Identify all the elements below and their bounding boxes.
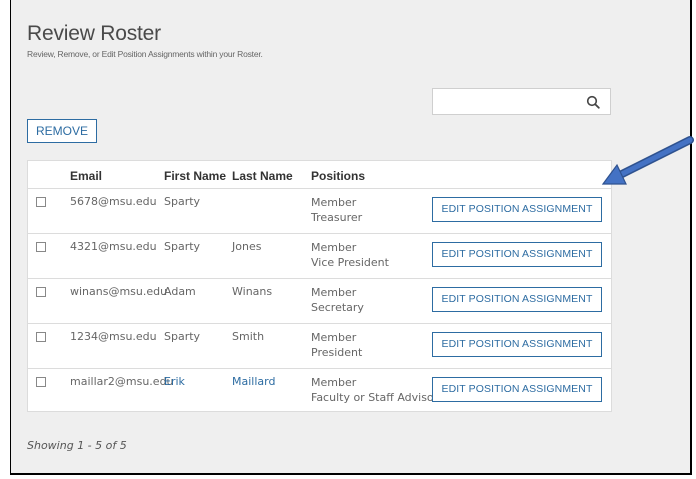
table-row: maillar2@msu.edu Erik Maillard Member Fa…	[28, 369, 611, 414]
row-positions: Member Treasurer	[311, 195, 362, 225]
remove-button[interactable]: REMOVE	[27, 119, 97, 143]
roster-table: Email First Name Last Name Positions 567…	[27, 160, 612, 412]
row-last-name-link[interactable]: Maillard	[232, 375, 275, 388]
row-email: maillar2@msu.edu	[70, 375, 174, 388]
table-row: 1234@msu.edu Sparty Smith Member Preside…	[28, 324, 611, 369]
row-last-name: Smith	[232, 330, 265, 343]
column-positions[interactable]: Positions	[311, 169, 365, 183]
search-input[interactable]	[432, 88, 611, 115]
position-secondary: Secretary	[311, 301, 364, 314]
row-email: 4321@msu.edu	[70, 240, 157, 253]
row-first-name: Adam	[164, 285, 196, 298]
row-positions: Member Vice President	[311, 240, 389, 270]
position-secondary: President	[311, 346, 363, 359]
position-primary: Member	[311, 376, 357, 389]
row-email: winans@msu.edu	[70, 285, 168, 298]
position-primary: Member	[311, 331, 357, 344]
row-first-name: Sparty	[164, 195, 201, 208]
row-positions: Member Secretary	[311, 285, 364, 315]
row-first-name: Sparty	[164, 240, 201, 253]
row-checkbox[interactable]	[36, 197, 46, 207]
row-checkbox[interactable]	[36, 287, 46, 297]
table-header: Email First Name Last Name Positions	[28, 161, 611, 189]
page-subtitle: Review, Remove, or Edit Position Assignm…	[27, 49, 263, 59]
row-positions: Member Faculty or Staff Advisor	[311, 375, 438, 405]
table-row: 5678@msu.edu Sparty Member Treasurer EDI…	[28, 189, 611, 234]
search-icon[interactable]	[586, 95, 600, 109]
row-checkbox[interactable]	[36, 377, 46, 387]
row-last-name: Winans	[232, 285, 273, 298]
position-secondary: Vice President	[311, 256, 389, 269]
pagination-status: Showing 1 - 5 of 5	[27, 439, 127, 452]
edit-position-assignment-button[interactable]: EDIT POSITION ASSIGNMENT	[432, 197, 602, 222]
edit-position-assignment-button[interactable]: EDIT POSITION ASSIGNMENT	[432, 332, 602, 357]
edit-position-assignment-button[interactable]: EDIT POSITION ASSIGNMENT	[432, 377, 602, 402]
row-checkbox[interactable]	[36, 332, 46, 342]
edit-position-assignment-button[interactable]: EDIT POSITION ASSIGNMENT	[432, 287, 602, 312]
table-row: 4321@msu.edu Sparty Jones Member Vice Pr…	[28, 234, 611, 279]
position-primary: Member	[311, 196, 357, 209]
row-email: 1234@msu.edu	[70, 330, 157, 343]
row-last-name: Jones	[232, 240, 262, 253]
row-first-name-link[interactable]: Erik	[164, 375, 185, 388]
row-checkbox[interactable]	[36, 242, 46, 252]
position-secondary: Treasurer	[311, 211, 363, 224]
position-secondary: Faculty or Staff Advisor	[311, 391, 439, 404]
row-first-name: Sparty	[164, 330, 201, 343]
column-email[interactable]: Email	[70, 169, 102, 183]
edit-position-assignment-button[interactable]: EDIT POSITION ASSIGNMENT	[432, 242, 602, 267]
position-primary: Member	[311, 286, 357, 299]
column-last-name[interactable]: Last Name	[232, 169, 293, 183]
table-row: winans@msu.edu Adam Winans Member Secret…	[28, 279, 611, 324]
page-title: Review Roster	[27, 22, 161, 45]
row-email: 5678@msu.edu	[70, 195, 157, 208]
row-positions: Member President	[311, 330, 362, 360]
column-first-name[interactable]: First Name	[164, 169, 226, 183]
position-primary: Member	[311, 241, 357, 254]
